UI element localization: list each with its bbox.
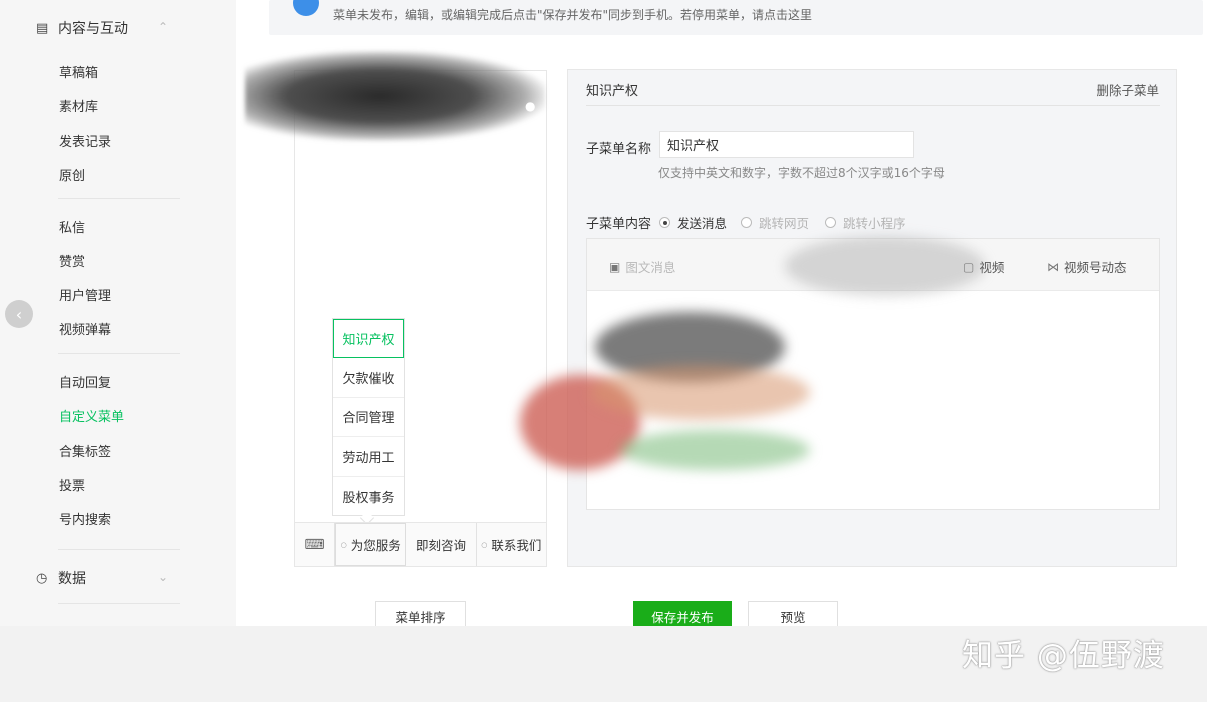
sidebar-item-original[interactable]: 原创 [59,165,85,184]
tab-article[interactable]: ▣ 图文消息 [609,257,675,276]
notice-bar: 菜单未发布，编辑，或编辑完成后点击"保存并发布"同步到手机。若停用菜单，请点击这… [269,0,1203,35]
sidebar-item-custom-menu[interactable]: 自定义菜单 [59,406,124,425]
notice-text: 菜单未发布，编辑，或编辑完成后点击"保存并发布"同步到手机。若停用菜单，请点击这… [333,8,813,22]
screen: ▤ 内容与互动 ⌃ 草稿箱 素材库 发表记录 原创 私信 赞赏 用户管理 视频弹… [0,0,1207,626]
radio-jump-webpage[interactable]: 跳转网页 [741,213,809,232]
editor-title: 知识产权 [586,84,639,99]
preview-button[interactable]: 预览 [748,601,838,626]
tab-channel-update[interactable]: ⋈ 视频号动态 [1047,257,1127,276]
sidebar-item-drafts[interactable]: 草稿箱 [59,62,98,81]
radio-jump-miniprogram[interactable]: 跳转小程序 [825,213,906,232]
sidebar-item-tags[interactable]: 合集标签 [59,441,111,460]
watermark: 知乎 @伍野渡 [962,638,1165,674]
sidebar-divider [58,353,180,354]
redaction-smudge [245,51,545,141]
sidebar-section-content[interactable]: ▤ 内容与互动 [36,18,128,38]
dot-icon: ○ [481,540,488,549]
delete-submenu-link[interactable]: 删除子菜单 [1096,80,1159,99]
sidebar-item-reward[interactable]: 赞赏 [59,251,85,270]
sidebar-item-library[interactable]: 素材库 [59,96,98,115]
sidebar-item-vote[interactable]: 投票 [59,475,85,494]
chevron-left-icon: ‹ [15,304,23,324]
dot-icon: ○ [340,540,347,549]
sidebar-item-users[interactable]: 用户管理 [59,285,111,304]
back-arrow-button[interactable]: ‹ [5,300,33,328]
tab-video[interactable]: ▢ 视频 [963,257,1004,276]
radio-dot [741,217,752,228]
phone-menubar: ⌨ ○ 为您服务 即刻咨询 ○ 联系我们 [294,522,547,567]
chevron-up-icon[interactable]: ⌃ [158,20,168,34]
sidebar-item-publish-history[interactable]: 发表记录 [59,131,111,150]
sidebar-item-search[interactable]: 号内搜索 [59,509,111,528]
menu-item-consult[interactable]: 即刻咨询 [406,523,477,566]
document-icon: ▤ [36,20,49,36]
content-label: 子菜单内容 [586,217,652,232]
submenu-item[interactable]: 知识产权 [333,319,404,359]
info-icon [293,0,319,16]
sidebar-divider [58,549,180,550]
sidebar-divider [58,603,180,604]
sidebar-item-danmaku[interactable]: 视频弹幕 [59,319,111,338]
sidebar-item-auto-reply[interactable]: 自动回复 [59,372,111,391]
radio-send-message[interactable]: 发送消息 [659,213,727,232]
submenu-name-input[interactable] [659,131,914,158]
save-publish-button[interactable]: 保存并发布 [633,601,732,626]
name-label: 子菜单名称 [586,142,652,157]
content-type-tabs: ▣ 图文消息 ▢ 视频 ⋈ 视频号动态 [587,239,1159,291]
clock-icon: ◷ [36,570,48,586]
submenu-popup: 知识产权 欠款催收 合同管理 劳动用工 股权事务 [332,318,405,516]
chevron-down-icon[interactable]: ⌄ [158,570,168,584]
channels-icon: ⋈ [1047,259,1059,274]
sidebar-divider [58,198,180,199]
sidebar-section-data[interactable]: ◷ 数据 [36,568,86,588]
menu-item-service[interactable]: ○ 为您服务 [335,523,407,566]
submenu-item[interactable]: 合同管理 [333,398,404,438]
user-icon: ● [525,99,536,113]
submenu-editor: 知识产权 删除子菜单 子菜单名称 仅支持中英文和数字，字数不超过8个汉字或16个… [567,69,1177,567]
name-hint: 仅支持中英文和数字，字数不超过8个汉字或16个字母 [658,166,945,180]
radio-dot [825,217,836,228]
menu-item-contact[interactable]: ○ 联系我们 [477,523,546,566]
divider [586,105,1160,106]
message-content-box: ▣ 图文消息 ▢ 视频 ⋈ 视频号动态 [586,238,1160,510]
submenu-item[interactable]: 劳动用工 [333,437,404,477]
sidebar: ▤ 内容与互动 ⌃ 草稿箱 素材库 发表记录 原创 私信 赞赏 用户管理 视频弹… [0,0,236,626]
radio-dot [659,217,670,228]
article-icon: ▣ [609,259,621,274]
keyboard-icon[interactable]: ⌨ [295,523,335,566]
video-icon: ▢ [963,259,975,274]
menu-sort-button[interactable]: 菜单排序 [375,601,466,626]
sidebar-item-messages[interactable]: 私信 [59,217,85,236]
phone-header: ● [245,51,546,141]
submenu-item[interactable]: 股权事务 [333,477,404,516]
submenu-item[interactable]: 欠款催收 [333,358,404,398]
